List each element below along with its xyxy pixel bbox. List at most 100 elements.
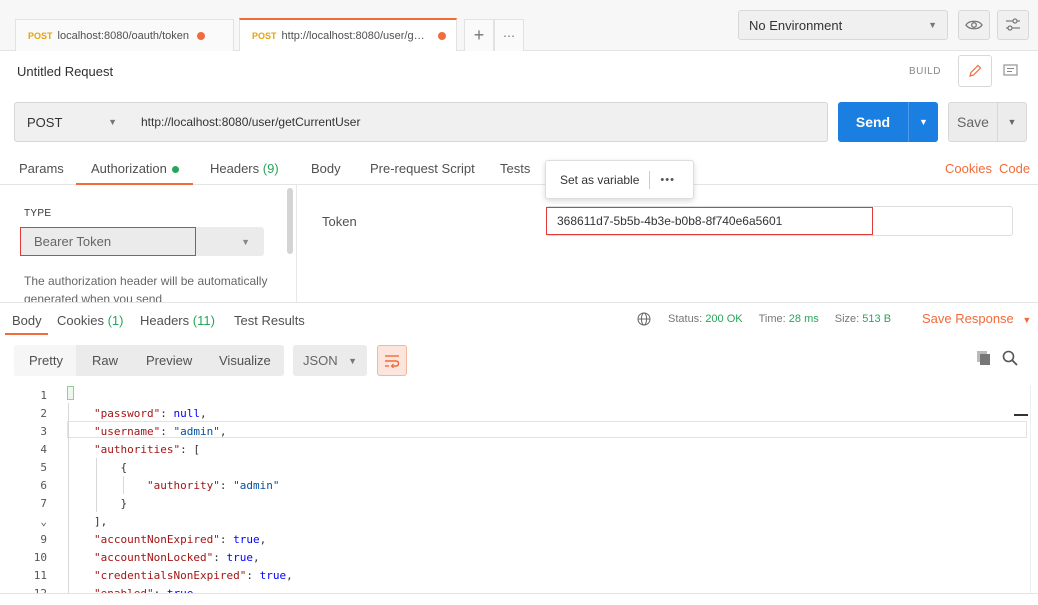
code-line: 11 "credentialsNonExpired": true, [0,567,1038,585]
response-tab-cookies[interactable]: Cookies (1) [57,313,123,328]
line-number: 5 [40,461,47,474]
tab-headers[interactable]: Headers (9) [210,161,279,176]
more-horizontal-icon[interactable]: ••• [660,174,675,186]
line-number: 12 [0,585,47,593]
status-footer [0,593,1038,605]
tab-method: POST [252,30,277,41]
copy-icon[interactable] [975,349,993,367]
globe-icon[interactable] [637,312,651,326]
response-status-bar: Status: 200 OK Time: 28 ms Size: 513 B [637,312,891,326]
wrap-lines-button[interactable] [377,345,407,376]
tab-method: POST [28,30,53,41]
editor-scrollbar[interactable] [1030,385,1031,593]
response-tab-headers[interactable]: Headers (11) [140,313,215,328]
save-response-button[interactable]: Save Response ▼ [922,311,1031,326]
response-body-editor[interactable]: 1 2 "password": null, 3 "username": "admin",… [0,385,1038,593]
size-value[interactable]: 513 B [862,313,891,325]
request-tab-oauth-token[interactable]: POST localhost:8080/oauth/token [15,19,234,51]
code-text: "password": null, [94,407,207,420]
request-title[interactable]: Untitled Request [17,64,113,79]
manage-environments-button[interactable] [997,10,1029,40]
language-value: JSON [303,353,338,368]
view-raw[interactable]: Raw [92,353,118,368]
comments-button[interactable] [993,55,1027,87]
view-visualize[interactable]: Visualize [219,353,271,368]
active-dot-icon [171,166,179,174]
response-tab-test-results[interactable]: Test Results [234,313,305,328]
environment-quick-look-button[interactable] [958,10,990,40]
code-text: "enabled": true [94,585,193,593]
comment-icon [1002,64,1018,76]
code-line: 5 { [0,459,1038,477]
chevron-down-icon: ▼ [348,355,357,366]
tab-params[interactable]: Params [19,161,64,176]
chevron-down-icon: ▼ [919,117,928,127]
code-text: ], [94,515,108,528]
send-options-button[interactable]: ▼ [908,102,938,142]
line-number: 6 [40,479,47,492]
plus-icon: + [473,25,485,45]
tab-authorization[interactable]: Authorization [91,161,179,176]
active-tab-indicator [76,183,193,185]
chevron-down-icon: ▼ [1022,315,1032,325]
status-value[interactable]: 200 OK [705,313,742,325]
line-number: ⌄ [40,515,47,528]
tab-url: http://localhost:8080/user/get… [281,29,430,42]
auth-type-label: TYPE [24,208,52,219]
code-line: 10 "accountNonLocked": true, [0,549,1038,567]
request-tab-get-current-user[interactable]: POST http://localhost:8080/user/get… [239,18,457,51]
search-icon[interactable] [1001,349,1019,367]
response-tab-body[interactable]: Body [12,313,42,328]
send-button[interactable]: Send [838,102,908,142]
tab-label: Authorization [91,161,167,176]
annotation-highlight-box [20,227,196,256]
save-response-label: Save Response [922,311,1014,326]
request-tabs: Params Authorization Headers (9) Body Pr… [0,155,1038,185]
scrollbar-marker [1014,414,1028,416]
headers-count: (9) [262,161,279,176]
edit-request-button[interactable] [958,55,992,87]
save-options-button[interactable]: ▼ [997,102,1027,142]
code-line: 1 [0,387,1038,405]
chevron-down-icon: ▼ [108,117,117,127]
code-line: 6 "authority": "admin" [0,477,1038,495]
http-method-select[interactable]: POST ▼ [14,102,130,142]
code-line: 7 } [0,495,1038,513]
build-label: BUILD [909,66,941,77]
line-number: 1 [40,389,47,402]
time-value[interactable]: 28 ms [789,313,819,325]
line-number: 9 [40,533,47,546]
code-text: "accountNonLocked": true, [94,551,260,564]
tab-strip: POST localhost:8080/oauth/token POST htt… [0,0,1038,51]
tab-body[interactable]: Body [311,161,341,176]
sliders-icon [1006,18,1020,31]
size-label: Size: [834,313,860,325]
code-text: { [94,461,128,474]
tab-options-button[interactable]: ⋯ [494,19,524,51]
view-preview[interactable]: Preview [146,353,192,368]
code-link[interactable]: Code [999,161,1030,176]
chevron-down-icon: ▼ [1007,117,1017,127]
cookies-count: (1) [107,313,124,328]
tab-label: Headers [140,313,190,328]
new-tab-button[interactable]: + [464,19,494,51]
tab-tests[interactable]: Tests [500,161,530,176]
environment-select[interactable]: No Environment ▼ [738,10,948,40]
request-url-value: http://localhost:8080/user/getCurrentUse… [141,115,361,129]
set-as-variable-button[interactable]: Set as variable [560,173,639,187]
tab-pre-request-script[interactable]: Pre-request Script [370,161,475,176]
divider [649,170,651,189]
line-number: 2 [40,407,47,420]
auth-panel-scrollbar[interactable] [287,188,293,254]
language-select[interactable]: JSON ▼ [293,345,367,376]
cookies-link[interactable]: Cookies [945,161,992,176]
unsaved-dot-icon [197,31,206,40]
token-value[interactable]: 368611d7-5b5b-4b3e-b0b8-8f740e6a5601 [546,207,873,235]
request-url-input[interactable]: http://localhost:8080/user/getCurrentUse… [129,102,828,142]
line-number: 4 [40,443,47,456]
save-button[interactable]: Save [948,102,998,142]
code-line: 4 "authorities": [ [0,441,1038,459]
tab-label: Cookies [57,313,104,328]
status-label: Status: [668,313,703,325]
view-pretty[interactable]: Pretty [29,353,63,368]
